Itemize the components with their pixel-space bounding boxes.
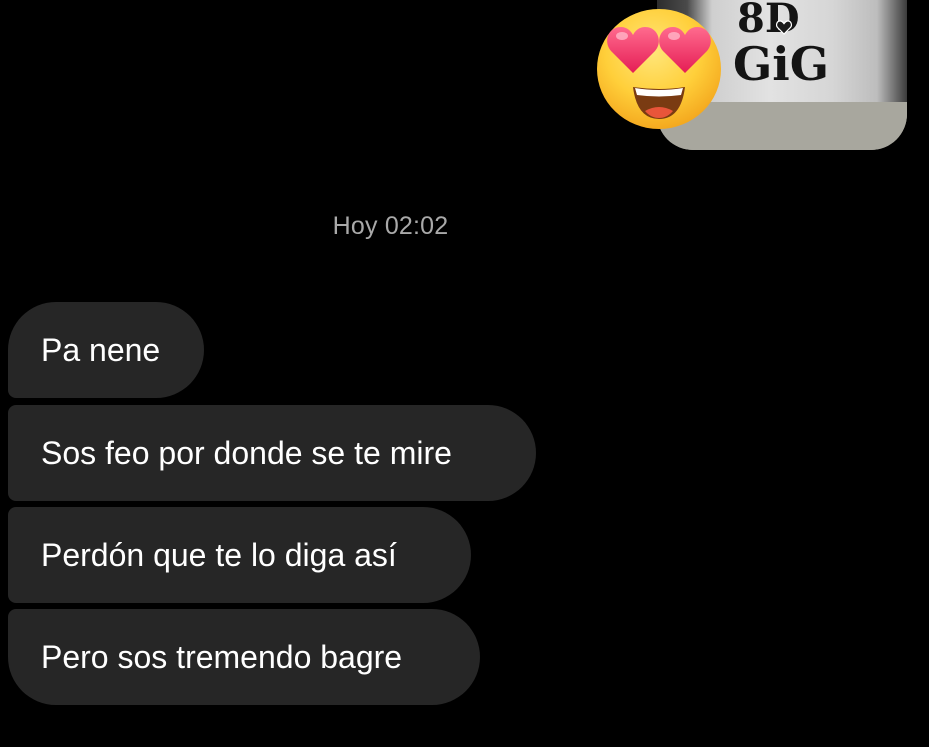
chat-thread: 8D GiG Hoy 02:02 Pa nene Sos feo por don…: [0, 0, 929, 747]
message-timestamp: Hoy 02:02: [332, 212, 449, 240]
received-message-bubble[interactable]: Perdón que te lo diga así: [8, 507, 471, 603]
received-message-bubble[interactable]: Pa nene: [8, 302, 204, 398]
shirt-print-graphic: 8D GiG: [733, 2, 829, 91]
heart-icon: [776, 20, 792, 35]
received-message-bubble[interactable]: Sos feo por donde se te mire: [8, 405, 536, 501]
svg-text:GiG: GiG: [733, 37, 829, 91]
received-message-bubble[interactable]: Pero sos tremendo bagre: [8, 609, 480, 705]
heart-eyes-emoji-icon[interactable]: [595, 7, 723, 131]
